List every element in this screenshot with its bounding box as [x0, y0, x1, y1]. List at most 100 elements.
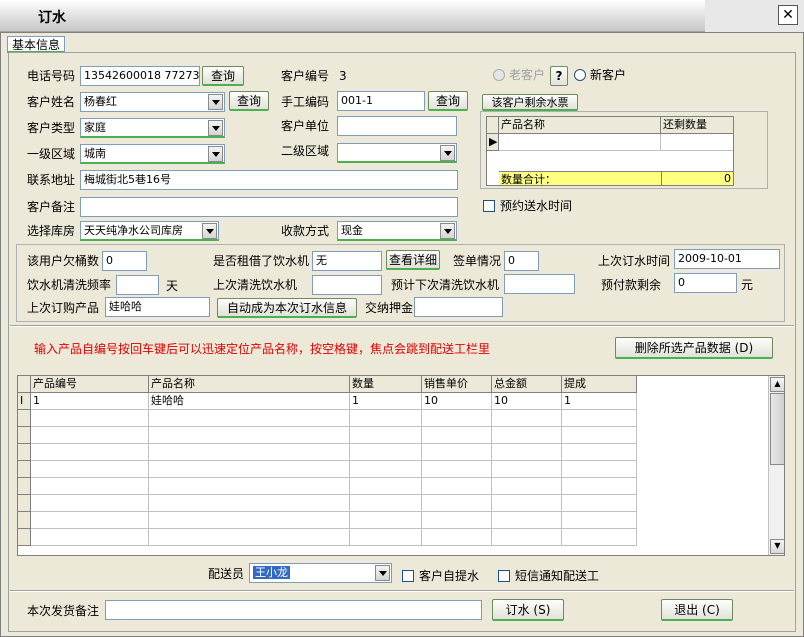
ticket-cell[interactable] — [661, 134, 733, 151]
ticket-tab[interactable]: 该客户剩余水票 — [482, 94, 578, 111]
order-cell[interactable] — [31, 512, 149, 529]
sms-notify-checkbox[interactable] — [498, 570, 510, 582]
row-cursor-icon[interactable]: I — [18, 393, 31, 410]
order-cell[interactable] — [350, 461, 422, 478]
order-cell[interactable] — [149, 410, 350, 427]
row-header[interactable] — [18, 529, 31, 546]
order-cell[interactable] — [422, 495, 492, 512]
old-customer-radio[interactable] — [493, 69, 505, 81]
order-cell[interactable] — [149, 444, 350, 461]
last-order-input[interactable]: 2009-10-01 — [674, 249, 780, 269]
order-cell[interactable] — [562, 410, 637, 427]
order-cell[interactable] — [492, 478, 562, 495]
row-header[interactable] — [18, 512, 31, 529]
help-button[interactable]: ? — [550, 66, 568, 86]
chevron-down-icon[interactable] — [440, 145, 455, 161]
order-cell[interactable] — [492, 461, 562, 478]
order-cell[interactable] — [31, 410, 149, 427]
order-cell[interactable] — [422, 512, 492, 529]
order-cell[interactable] — [422, 444, 492, 461]
order-cell[interactable] — [562, 529, 637, 546]
order-cell[interactable] — [562, 512, 637, 529]
order-cell[interactable] — [31, 461, 149, 478]
order-cell[interactable] — [31, 444, 149, 461]
order-cell[interactable] — [31, 495, 149, 512]
order-cell[interactable] — [422, 478, 492, 495]
ticket-cell[interactable] — [499, 134, 661, 151]
deposit-input[interactable] — [414, 297, 503, 317]
name-query-button[interactable]: 查询 — [229, 91, 269, 111]
chevron-down-icon[interactable] — [202, 223, 217, 239]
phone-query-button[interactable]: 查询 — [202, 66, 244, 86]
order-cell[interactable] — [149, 478, 350, 495]
order-cell[interactable] — [350, 495, 422, 512]
order-cell[interactable] — [422, 461, 492, 478]
schedule-checkbox[interactable] — [483, 200, 495, 212]
view-detail-button[interactable]: 查看详细 — [386, 250, 440, 270]
order-cell[interactable] — [350, 444, 422, 461]
chevron-down-icon[interactable] — [440, 223, 455, 239]
new-customer-radio[interactable] — [574, 69, 586, 81]
order-cell[interactable]: 娃哈哈 — [149, 393, 350, 410]
order-cell[interactable] — [350, 427, 422, 444]
next-clean-input[interactable] — [504, 274, 575, 294]
vertical-scrollbar[interactable]: ▲ ▼ — [768, 376, 784, 555]
order-cell[interactable] — [492, 410, 562, 427]
order-cell[interactable] — [492, 529, 562, 546]
delete-selected-button[interactable]: 删除所选产品数据 (D) — [615, 337, 773, 359]
order-cell[interactable] — [492, 427, 562, 444]
order-cell[interactable] — [492, 444, 562, 461]
rent-input[interactable]: 无 — [312, 251, 382, 271]
prepay-input[interactable]: 0 — [674, 273, 737, 293]
order-cell[interactable] — [562, 427, 637, 444]
order-cell[interactable] — [149, 461, 350, 478]
chevron-down-icon[interactable] — [208, 120, 223, 136]
order-cell[interactable] — [350, 529, 422, 546]
payment-combo[interactable]: 现金 — [337, 221, 457, 241]
scroll-thumb[interactable] — [770, 393, 784, 465]
order-cell[interactable] — [149, 495, 350, 512]
order-button[interactable]: 订水 (S) — [492, 599, 564, 621]
order-cell[interactable] — [562, 444, 637, 461]
tab-basic-info[interactable]: 基本信息 — [7, 36, 66, 53]
order-cell[interactable]: 10 — [422, 393, 492, 410]
order-cell[interactable]: 1 — [350, 393, 422, 410]
last-clean-input[interactable] — [312, 275, 382, 295]
scroll-up-icon[interactable]: ▲ — [770, 377, 784, 392]
order-cell[interactable] — [562, 495, 637, 512]
order-cell[interactable] — [422, 529, 492, 546]
row-header[interactable] — [18, 461, 31, 478]
note-input[interactable] — [80, 197, 458, 217]
order-cell[interactable]: 10 — [492, 393, 562, 410]
remark-input[interactable] — [105, 600, 482, 620]
order-cell[interactable] — [149, 427, 350, 444]
row-header[interactable] — [18, 478, 31, 495]
order-cell[interactable] — [492, 512, 562, 529]
chevron-down-icon[interactable] — [375, 565, 390, 581]
warehouse-combo[interactable]: 天天纯净水公司库房 — [80, 221, 219, 241]
region2-combo[interactable] — [337, 143, 457, 163]
close-icon[interactable]: ✕ — [778, 5, 798, 25]
order-cell[interactable] — [350, 478, 422, 495]
order-cell[interactable] — [562, 461, 637, 478]
exit-button[interactable]: 退出 (C) — [661, 599, 733, 621]
address-input[interactable]: 梅城街北5巷16号 — [80, 170, 458, 190]
order-cell[interactable] — [149, 529, 350, 546]
order-cell[interactable] — [31, 478, 149, 495]
owed-input[interactable]: 0 — [102, 251, 147, 271]
last-product-input[interactable]: 娃哈哈 — [105, 297, 210, 317]
order-cell[interactable] — [350, 410, 422, 427]
order-cell[interactable] — [422, 427, 492, 444]
scroll-down-icon[interactable]: ▼ — [770, 539, 784, 554]
order-cell[interactable]: 1 — [31, 393, 149, 410]
order-cell[interactable]: 1 — [562, 393, 637, 410]
clean-freq-input[interactable] — [116, 275, 159, 295]
name-combo[interactable]: 杨春红 — [80, 92, 225, 112]
row-header[interactable] — [18, 444, 31, 461]
type-combo[interactable]: 家庭 — [80, 118, 225, 138]
row-header[interactable] — [18, 427, 31, 444]
row-header[interactable] — [18, 495, 31, 512]
chevron-down-icon[interactable] — [208, 146, 223, 162]
phone-input[interactable]: 13542600018 7727359 — [80, 66, 200, 86]
courier-combo[interactable]: 王小龙 — [249, 563, 392, 583]
